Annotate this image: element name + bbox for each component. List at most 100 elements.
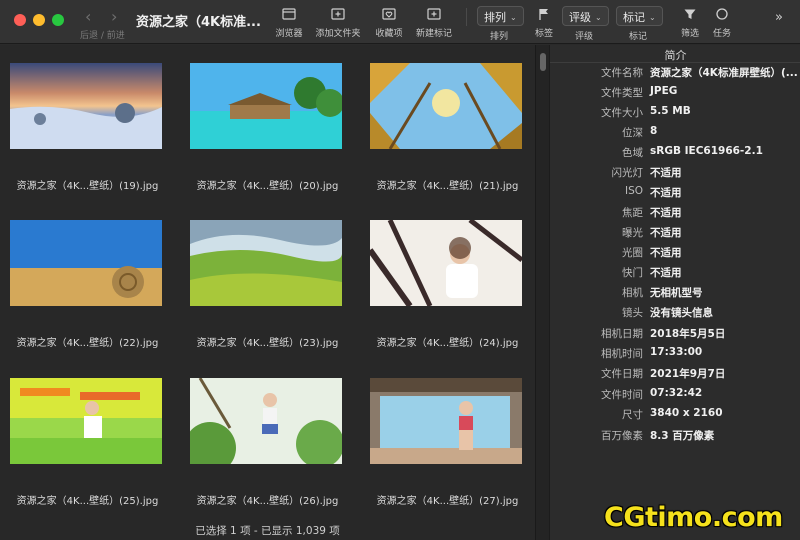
rating-dropdown[interactable]: 评级 ⌄	[562, 6, 609, 26]
thumbnail-filename: 资源之家（4K...壁纸）(23).jpg	[196, 338, 339, 349]
info-row-dimensions: 尺寸 3840 x 2160	[550, 407, 800, 421]
flag-icon	[539, 9, 548, 20]
rating-label: 评级	[575, 32, 594, 42]
info-row-flash: 闪光灯 不适用	[550, 165, 800, 179]
tag-button[interactable]: 标签	[533, 6, 555, 39]
info-row-iso: ISO 不适用	[550, 185, 800, 199]
info-row-megapixels: 百万像素 8.3 百万像素	[550, 428, 800, 442]
new-tag-icon	[427, 8, 441, 20]
info-row-file-time: 文件时间 07:32:42	[550, 387, 800, 401]
info-key: 相机	[622, 287, 643, 299]
thumbnail-item[interactable]: 资源之家（4K...壁纸）(24).jpg	[360, 212, 530, 362]
tasks-icon	[716, 8, 728, 20]
watermark-logo: CGtimo.com	[604, 502, 783, 533]
info-key: 闪光灯	[611, 167, 644, 179]
mark-dropdown[interactable]: 标记 ⌄	[616, 6, 663, 26]
favorites-label: 收藏项	[375, 29, 403, 39]
back-button[interactable]: ‹	[85, 7, 91, 26]
info-row-exposure: 曝光 不适用	[550, 225, 800, 239]
info-value: 07:32:42	[650, 387, 703, 399]
info-value: 不适用	[650, 207, 682, 219]
thumbnail-item[interactable]: 资源之家（4K...壁纸）(22).jpg	[0, 212, 170, 362]
info-row-camera-time: 相机时间 17:33:00	[550, 346, 800, 360]
info-key: 文件时间	[601, 389, 643, 401]
favorites-icon	[382, 8, 396, 20]
sort-label: 排列	[490, 32, 509, 42]
thumbnail-item[interactable]: 资源之家（4K...壁纸）(25).jpg	[0, 370, 170, 520]
info-key: 曝光	[622, 227, 643, 239]
new-tag-button[interactable]: 新建标记	[413, 6, 455, 39]
window-title: 资源之家（4K标准...	[136, 15, 261, 30]
favorites-button[interactable]: 收藏项	[373, 6, 405, 39]
info-key: 百万像素	[601, 430, 643, 442]
thumbnail-filename: 资源之家（4K...壁纸）(25).jpg	[16, 496, 159, 507]
filter-label: 筛选	[680, 29, 699, 39]
thumbnail-image-snow-sunset	[10, 63, 162, 149]
chevron-down-icon: ⌄	[649, 13, 656, 22]
info-value: 2018年5月5日	[650, 328, 726, 340]
info-value: 没有镜头信息	[650, 307, 713, 319]
info-row-shutter: 快门 不适用	[550, 265, 800, 279]
zoom-window-button[interactable]	[52, 14, 64, 26]
thumbnail-image-portrait-window	[370, 220, 522, 306]
tag-label: 标签	[534, 29, 553, 39]
thumbnail-item[interactable]: 资源之家（4K...壁纸）(21).jpg	[360, 55, 530, 205]
info-row-camera-date: 相机日期 2018年5月5日	[550, 326, 800, 340]
info-value: 2021年9月7日	[650, 368, 726, 380]
add-folder-button[interactable]: 添加文件夹	[312, 6, 364, 39]
info-key: 文件类型	[601, 87, 643, 99]
info-value: JPEG	[650, 85, 678, 97]
toolbar-overflow-button[interactable]: »	[775, 10, 783, 25]
info-key: 焦距	[622, 207, 643, 219]
forward-button[interactable]: ›	[111, 7, 117, 26]
grid-scrollbar[interactable]	[535, 45, 549, 540]
thumbnail-image-portrait-porch	[370, 378, 522, 464]
thumbnail-image-forest-sky	[370, 63, 522, 149]
thumbnail-item[interactable]: 资源之家（4K...壁纸）(19).jpg	[0, 55, 170, 205]
info-key: 相机日期	[601, 328, 643, 340]
new-tag-label: 新建标记	[415, 29, 452, 39]
thumbnail-filename: 资源之家（4K...壁纸）(19).jpg	[16, 181, 159, 192]
info-key: 文件名称	[601, 67, 643, 79]
scrollbar-thumb[interactable]	[540, 53, 546, 71]
thumbnail-item[interactable]: 资源之家（4K...壁纸）(23).jpg	[180, 212, 350, 362]
thumbnail-image-portrait-garden	[190, 378, 342, 464]
thumbnail-filename: 资源之家（4K...壁纸）(24).jpg	[376, 338, 519, 349]
info-row-lens: 镜头 没有镜头信息	[550, 305, 800, 319]
thumbnail-item[interactable]: 资源之家（4K...壁纸）(26).jpg	[180, 370, 350, 520]
info-row-file-type: 文件类型 JPEG	[550, 85, 800, 99]
info-value: 不适用	[650, 247, 682, 259]
info-key: 光圈	[622, 247, 643, 259]
info-value: 8	[650, 125, 658, 137]
info-value: 8.3 百万像素	[650, 430, 715, 442]
tasks-label: 任务	[712, 29, 731, 39]
thumbnail-item[interactable]: 资源之家（4K...壁纸）(27).jpg	[360, 370, 530, 520]
nav-label: 后退 / 前进	[80, 31, 125, 41]
browser-button[interactable]: 浏览器	[274, 6, 304, 39]
chevron-down-icon: ⌄	[595, 13, 602, 22]
close-window-button[interactable]	[14, 14, 26, 26]
thumbnail-item[interactable]: 资源之家（4K...壁纸）(20).jpg	[180, 55, 350, 205]
thumbnail-grid: 资源之家（4K...壁纸）(19).jpg 资源之家（4K...壁纸）(20).…	[0, 45, 535, 540]
tasks-button[interactable]: 任务	[710, 6, 734, 39]
info-value: 不适用	[650, 187, 682, 199]
selection-status: 已选择 1 项 - 已显示 1,039 项	[195, 525, 340, 537]
minimize-window-button[interactable]	[33, 14, 45, 26]
info-key: 位深	[622, 127, 643, 139]
chevron-down-icon: ⌄	[510, 13, 517, 22]
info-panel-title: 简介	[664, 49, 687, 62]
thumbnail-image-green-hills	[190, 220, 342, 306]
info-key: 文件日期	[601, 368, 643, 380]
info-key: 色域	[622, 147, 643, 159]
filter-button[interactable]: 筛选	[678, 6, 702, 39]
info-key: ISO	[624, 185, 643, 197]
thumbnail-image-hay-field	[10, 220, 162, 306]
sort-dropdown[interactable]: 排列 ⌄	[477, 6, 524, 26]
info-value: 17:33:00	[650, 346, 703, 358]
info-row-aperture: 光圈 不适用	[550, 245, 800, 259]
sort-value: 排列	[484, 11, 506, 24]
thumbnail-filename: 资源之家（4K...壁纸）(22).jpg	[16, 338, 159, 349]
info-value: sRGB IEC61966-2.1	[650, 145, 763, 157]
add-folder-label: 添加文件夹	[315, 29, 361, 39]
add-folder-icon	[331, 8, 345, 20]
